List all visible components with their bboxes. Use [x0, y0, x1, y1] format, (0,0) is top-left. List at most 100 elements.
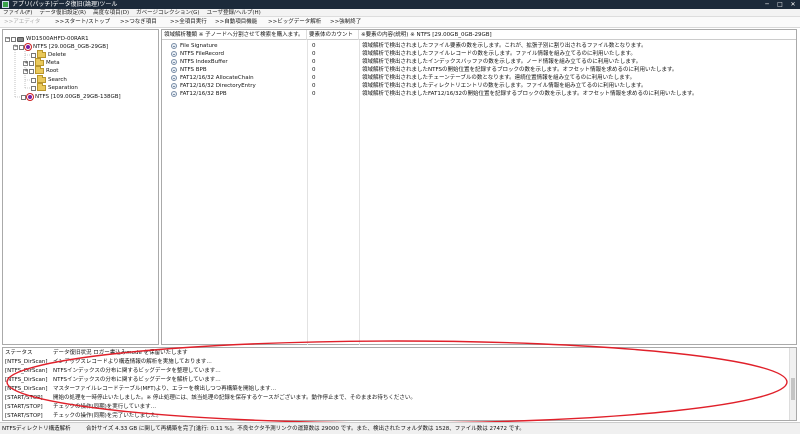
- checkbox[interactable]: [31, 77, 36, 83]
- log-message: NTFSインデックスの分布に関するビッグデータを解析しています…: [53, 377, 221, 383]
- checkbox[interactable]: [31, 52, 36, 58]
- log-source: [NTFS_DirScan]: [5, 359, 48, 365]
- row-type: FAT12/16/32 BPB: [180, 91, 227, 97]
- row-type: NTFS BPB: [180, 67, 207, 73]
- toolbar: >>アエディタ >>スタート/ストップ >>つなぎ項目 >>全項目実行 >>自動…: [0, 17, 800, 28]
- log-source: [START/STOP]: [5, 395, 43, 401]
- item-icon: [171, 83, 177, 89]
- row-type: File Signature: [180, 43, 218, 49]
- drive-tree: − WD1500AHFD-00RAR1 − NTFS [29.00GB_0GB-…: [2, 29, 159, 345]
- volume-icon: [27, 94, 33, 100]
- hard-drive-icon: [17, 36, 24, 42]
- folder-label: Separation: [48, 85, 78, 91]
- checkbox[interactable]: [11, 36, 16, 42]
- row-count: 0: [312, 83, 316, 89]
- analysis-table: 領域解析種類 ※ 子ノードへ分割させて検索を購入ます。 要素体のカウント ※要素…: [161, 29, 797, 345]
- row-count: 0: [312, 59, 316, 65]
- log-message: インデックスレコードより構造情報の解析を実施しております…: [53, 359, 212, 365]
- log-source: ステータス: [5, 350, 33, 356]
- auto-items-button[interactable]: >>自動項目機能: [215, 17, 257, 28]
- tree-node-folder-meta[interactable]: + Meta: [23, 58, 60, 67]
- title-bar: アプリ(パッチ)データ復旧(論理)ツール ─ □ ✕: [0, 0, 800, 9]
- folder-label: Meta: [46, 60, 60, 66]
- run-all-button[interactable]: >>全項目実行: [170, 17, 207, 28]
- menu-advanced[interactable]: 高度な項目(D): [93, 9, 129, 16]
- log-message: チェックの操作(同期)を完了いたしました。: [53, 413, 162, 419]
- column-header-description[interactable]: ※要素の内容(説明) ※ NTFS [29.00GB_0GB-29GB]: [359, 30, 797, 40]
- editor-button[interactable]: >>アエディタ: [4, 17, 40, 28]
- expand-icon[interactable]: +: [23, 68, 28, 74]
- scrollbar-thumb[interactable]: [791, 378, 795, 400]
- checkbox[interactable]: [29, 68, 34, 74]
- menu-help[interactable]: ユーザ登録/ヘルプ(H): [207, 9, 261, 16]
- row-count: 0: [312, 91, 316, 97]
- big-data-analysis-button[interactable]: >>ビッグデータ解析: [268, 17, 321, 28]
- row-type: FAT12/16/32 DirectoryEntry: [180, 83, 256, 89]
- table-row[interactable]: FAT12/16/32 DirectoryEntry 0 領域解析で検出されまし…: [162, 82, 796, 90]
- table-row[interactable]: NTFS FileRecord 0 領域解析で検出されましたファイルレコードの数…: [162, 50, 796, 58]
- table-row[interactable]: NTFS BPB 0 領域解析で検出されましたNTFSの開始位置を記録するブロッ…: [162, 66, 796, 74]
- column-header-type[interactable]: 領域解析種類 ※ 子ノードへ分割させて検索を購入ます。: [162, 30, 307, 40]
- item-icon: [171, 91, 177, 97]
- log-panel: ステータス データ復旧状況 ロガー書込みmode を保留いたします [NTFS_…: [2, 347, 797, 421]
- table-row[interactable]: FAT12/16/32 BPB 0 領域解析で検出されましたFAT12/16/3…: [162, 90, 796, 98]
- table-header: 領域解析種類 ※ 子ノードへ分割させて検索を購入ます。 要素体のカウント ※要素…: [162, 30, 796, 40]
- tree-node-disk[interactable]: − WD1500AHFD-00RAR1: [5, 35, 89, 43]
- menu-file[interactable]: ファイル(F): [3, 9, 32, 16]
- menu-bar: ファイル(F) データ復旧設定(R) 高度な項目(D) ガベージコレクション(G…: [0, 9, 800, 17]
- row-description: 領域解析で検出されましたインデックスバッファの数を示します。ノード情報を組み立て…: [362, 59, 642, 65]
- status-bar: NTFSディレクトリ構造解析 合計サイズ 4.33 GB に関して再構築を完了[…: [0, 422, 800, 434]
- log-message: マスターファイルレコードテーブル(MFT)より、エラーを検出しつつ再構築を開始し…: [53, 386, 277, 392]
- checkbox[interactable]: [31, 85, 36, 91]
- collapse-icon[interactable]: −: [5, 36, 10, 42]
- table-row[interactable]: NTFS IndexBuffer 0 領域解析で検出されましたインデックスバッフ…: [162, 58, 796, 66]
- connect-items-button[interactable]: >>つなぎ項目: [120, 17, 157, 28]
- row-description: 領域解析で検出されましたNTFSの開始位置を記録するブロックの数を示します。オフ…: [362, 67, 678, 73]
- row-description: 領域解析で検出されましたチェーンテーブルの数となります。連続位置情報を組み立てる…: [362, 75, 636, 81]
- row-type: NTFS IndexBuffer: [180, 59, 228, 65]
- tree-node-folder-root[interactable]: + Root: [23, 66, 59, 75]
- item-icon: [171, 43, 177, 49]
- tree-node-volume-1[interactable]: − NTFS [29.00GB_0GB-29GB]: [13, 43, 108, 51]
- log-message: 開始の処理を一時停止いたしました。※ 停止処理には、該当処理の記録を保存するケー…: [53, 395, 416, 401]
- log-source: [START/STOP]: [5, 404, 43, 410]
- log-scrollbar[interactable]: [789, 348, 796, 420]
- status-summary: 合計サイズ 4.33 GB に関して再構築を完了[進行: 0.11 %]。不良セ…: [86, 426, 525, 432]
- collapse-icon[interactable]: −: [13, 44, 18, 50]
- log-message: データ復旧状況 ロガー書込みmode を保留いたします: [53, 350, 188, 356]
- maximize-button[interactable]: □: [775, 1, 785, 8]
- row-description: 領域解析で検出されましたディレクトリエントリの数を示します。ファイル情報を組み立…: [362, 83, 647, 89]
- row-description: 領域解析で検出されましたファイルレコードの数を示します。ファイル情報を組み立てる…: [362, 51, 636, 57]
- disk-label: WD1500AHFD-00RAR1: [26, 36, 89, 42]
- table-row[interactable]: FAT12/16/32 AllocateChain 0 領域解析で検出されました…: [162, 74, 796, 82]
- close-button[interactable]: ✕: [788, 1, 798, 8]
- row-count: 0: [312, 43, 316, 49]
- menu-recovery-settings[interactable]: データ復旧設定(R): [39, 9, 86, 16]
- tree-node-folder-separation[interactable]: Separation: [31, 83, 78, 92]
- volume-icon: [25, 44, 31, 50]
- checkbox[interactable]: [29, 60, 34, 66]
- row-description: 領域解析で検出されましたFAT12/16/32の開始位置を記録するブロックの数を…: [362, 91, 698, 97]
- checkbox[interactable]: [19, 44, 24, 50]
- item-icon: [171, 51, 177, 57]
- minimize-button[interactable]: ─: [762, 1, 772, 8]
- folder-label: Search: [48, 77, 67, 83]
- item-icon: [171, 59, 177, 65]
- expand-icon[interactable]: +: [23, 60, 28, 66]
- folder-label: Root: [46, 68, 59, 74]
- window-title: アプリ(パッチ)データ復旧(論理)ツール: [12, 1, 118, 8]
- force-quit-button[interactable]: >>強制終了: [330, 17, 361, 28]
- log-source: [NTFS_DirScan]: [5, 368, 48, 374]
- column-header-count[interactable]: 要素体のカウント: [307, 30, 359, 40]
- status-mode: NTFSディレクトリ構造解析: [2, 426, 71, 432]
- log-source: [START/STOP]: [5, 413, 43, 419]
- checkbox[interactable]: [21, 94, 26, 100]
- item-icon: [171, 67, 177, 73]
- row-type: FAT12/16/32 AllocateChain: [180, 75, 254, 81]
- start-stop-button[interactable]: >>スタート/ストップ: [55, 17, 110, 28]
- log-source: [NTFS_DirScan]: [5, 377, 48, 383]
- log-message: NTFSインデックスの分布に関するビッグデータを整理しています…: [53, 368, 221, 374]
- tree-node-volume-2[interactable]: NTFS [109.00GB_29GB-138GB]: [21, 93, 121, 101]
- menu-garbage-collection[interactable]: ガベージコレクション(G): [136, 9, 199, 16]
- table-row[interactable]: File Signature 0 領域解析で検出されましたファイル要素の数を示し…: [162, 42, 796, 50]
